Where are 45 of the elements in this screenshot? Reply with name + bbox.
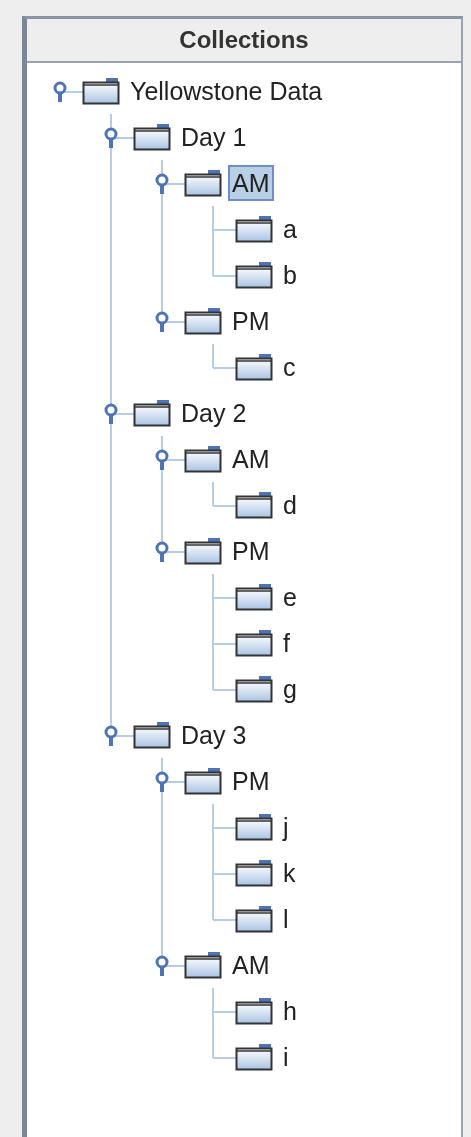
tree-node-label[interactable]: b — [279, 257, 301, 293]
tree-node-label[interactable]: AM — [228, 165, 274, 201]
tree-node-label[interactable]: Day 3 — [177, 717, 251, 753]
tree-node-label[interactable]: PM — [228, 303, 274, 339]
tree-node-label[interactable]: e — [279, 579, 301, 615]
folder-icon — [235, 859, 273, 887]
folder-icon — [184, 537, 222, 565]
tree-node-label[interactable]: g — [279, 671, 301, 707]
folder-icon — [133, 399, 171, 427]
tree-node-label[interactable]: AM — [228, 441, 274, 477]
folder-icon — [235, 215, 273, 243]
folder-icon — [184, 767, 222, 795]
folder-icon — [235, 261, 273, 289]
folder-icon — [235, 353, 273, 381]
tree-node-label[interactable]: f — [279, 625, 294, 661]
tree-node-label[interactable]: k — [279, 855, 300, 891]
tree-node-label[interactable]: l — [279, 901, 293, 937]
tree-node-label[interactable]: AM — [228, 947, 274, 983]
folder-icon — [235, 997, 273, 1025]
tree-node-label[interactable]: PM — [228, 763, 274, 799]
folder-icon — [184, 951, 222, 979]
folder-icon — [235, 905, 273, 933]
folder-icon — [235, 583, 273, 611]
folder-icon — [133, 721, 171, 749]
tree-node-label[interactable]: h — [279, 993, 301, 1029]
tree-node-label[interactable]: i — [279, 1039, 293, 1075]
folder-icon — [235, 675, 273, 703]
folder-icon — [184, 445, 222, 473]
tree-node-label[interactable]: j — [279, 809, 293, 845]
tree-node-label[interactable]: Day 1 — [177, 119, 251, 155]
folder-icon — [184, 169, 222, 197]
folder-icon — [235, 491, 273, 519]
tree-node-label[interactable]: c — [279, 349, 300, 385]
folder-icon — [235, 1043, 273, 1071]
column-header: Collections — [27, 19, 461, 63]
folder-icon — [235, 813, 273, 841]
folder-icon — [184, 307, 222, 335]
tree-node-label[interactable]: PM — [228, 533, 274, 569]
tree-node-label[interactable]: Day 2 — [177, 395, 251, 431]
tree-node-label[interactable]: Yellowstone Data — [126, 73, 327, 109]
tree-node-label[interactable]: d — [279, 487, 301, 523]
folder-icon — [82, 77, 120, 105]
folder-icon — [133, 123, 171, 151]
tree-node-label[interactable]: a — [279, 211, 301, 247]
folder-icon — [235, 629, 273, 657]
